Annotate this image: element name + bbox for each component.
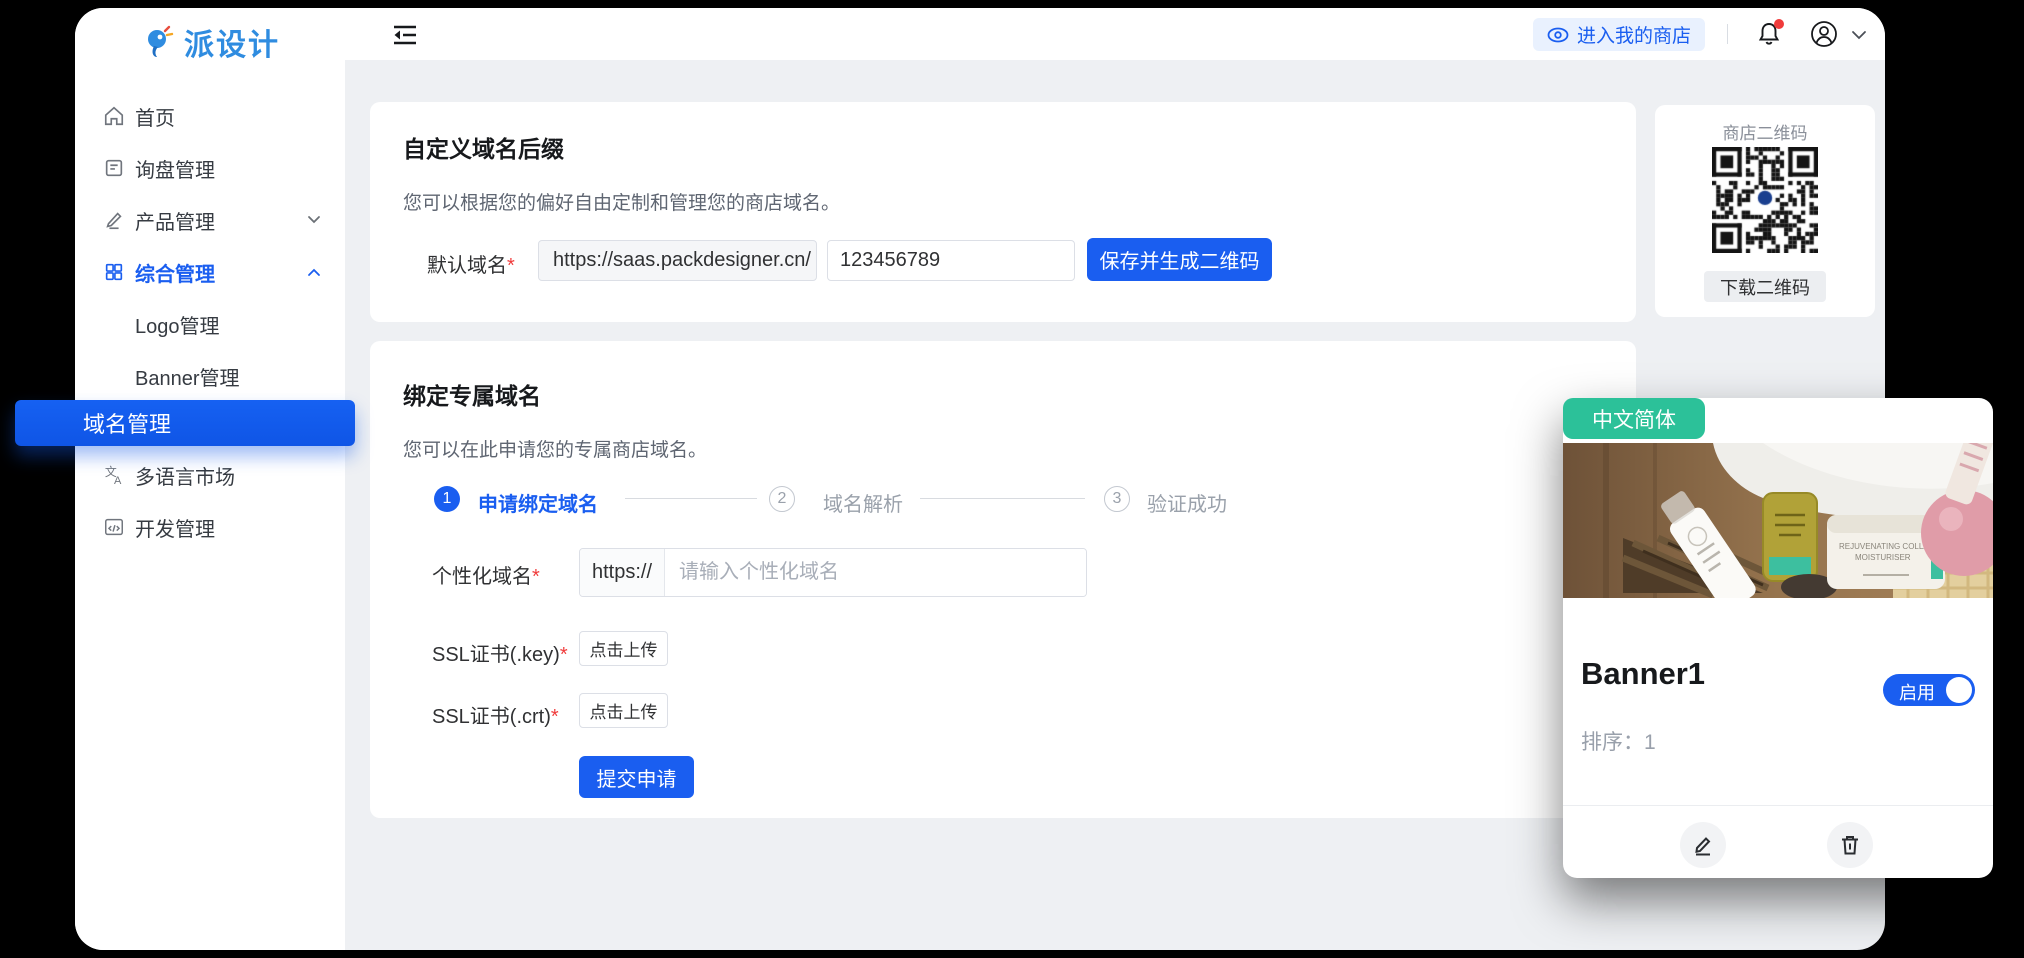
account-menu-chevron-icon[interactable] (1851, 30, 1867, 40)
inquiry-form-icon (103, 157, 125, 179)
sidebar-item-label: 产品管理 (135, 206, 215, 235)
bind-domain-card: 绑定专属域名 您可以在此申请您的专属商店域名。 1 申请绑定域名 2 域名解析 … (370, 341, 1636, 818)
sidebar-item-label: 多语言市场 (135, 461, 235, 490)
step-connector (920, 498, 1085, 499)
sidebar-item-label: 首页 (135, 102, 175, 131)
https-prefix-addon: https:// (580, 549, 665, 596)
banner-delete-button[interactable] (1827, 822, 1873, 868)
domain-prefix-addon: https://saas.packdesigner.cn/ (538, 240, 817, 281)
chevron-down-icon (307, 215, 321, 225)
ssl-key-label: SSL证书(.key)* (432, 638, 568, 667)
banner-sort-value: 1 (1644, 731, 1656, 754)
banner-edit-button[interactable] (1680, 822, 1726, 868)
banner-card-divider (1563, 805, 1993, 806)
translate-icon: 文 A (103, 464, 125, 486)
sidebar-item-general[interactable]: 综合管理 (75, 252, 345, 292)
pencil-icon (103, 209, 125, 231)
upload-ssl-crt-button[interactable]: 点击上传 (579, 693, 668, 728)
download-qr-button[interactable]: 下载二维码 (1704, 271, 1826, 302)
edit-pencil-icon (1691, 833, 1715, 857)
sidebar-item-products[interactable]: 产品管理 (75, 200, 345, 240)
step-1-label: 申请绑定域名 (478, 488, 598, 517)
sidebar-item-banner-mgmt[interactable]: Banner管理 (75, 356, 345, 396)
banner-enable-toggle[interactable]: 启用 (1883, 674, 1975, 706)
qr-card-title: 商店二维码 (1655, 119, 1875, 144)
default-domain-label: 默认域名* (427, 249, 515, 278)
svg-text:A: A (114, 475, 122, 486)
required-mark: * (551, 706, 559, 728)
step-1-circle: 1 (434, 486, 460, 512)
required-mark: * (532, 566, 540, 588)
home-icon (103, 105, 125, 127)
sidebar-item-domain-mgmt-active[interactable]: 域名管理 (15, 400, 355, 446)
sidebar-collapse-icon[interactable] (393, 25, 417, 45)
submit-application-button[interactable]: 提交申请 (579, 756, 694, 798)
required-mark: * (560, 644, 568, 666)
sidebar-item-dev[interactable]: 开发管理 (75, 507, 345, 547)
sidebar-item-logo-mgmt[interactable]: Logo管理 (75, 304, 345, 344)
sidebar-item-label: Logo管理 (135, 310, 220, 339)
upload-ssl-key-button[interactable]: 点击上传 (579, 631, 668, 666)
domain-suffix-input[interactable] (827, 240, 1075, 281)
sidebar-item-multilang[interactable]: 文 A 多语言市场 (75, 455, 345, 495)
enter-store-button[interactable]: 进入我的商店 (1533, 18, 1705, 51)
brand-logo: 派设计 (75, 20, 345, 64)
step-2-label: 域名解析 (823, 488, 903, 517)
toggle-label: 启用 (1899, 679, 1935, 705)
notification-bell-icon[interactable] (1756, 21, 1782, 47)
sidebar-item-label: 询盘管理 (135, 154, 215, 183)
step-3-label: 验证成功 (1147, 488, 1227, 517)
cosmetics-photo-illustration: REJUVENATING COLLAGEN MOISTURISER (1563, 443, 1993, 598)
personal-domain-label: 个性化域名* (432, 560, 540, 589)
required-mark: * (507, 255, 515, 277)
topbar-divider (1727, 24, 1728, 44)
card-title: 绑定专属域名 (403, 377, 541, 411)
sidebar-item-label: 域名管理 (83, 407, 171, 439)
enter-store-label: 进入我的商店 (1577, 21, 1691, 48)
grid-apps-icon (103, 261, 125, 283)
card-title: 自定义域名后缀 (403, 130, 564, 164)
sidebar-item-label: Banner管理 (135, 362, 240, 391)
trash-icon (1838, 833, 1862, 857)
step-3-circle: 3 (1104, 486, 1130, 512)
code-window-icon (103, 516, 125, 538)
sidebar-item-label: 开发管理 (135, 513, 215, 542)
ssl-crt-label: SSL证书(.crt)* (432, 700, 559, 729)
store-qr-code (1712, 147, 1818, 253)
sidebar: 派设计 首页 询盘管理 产品管理 (75, 8, 345, 950)
banner-preview-card: 中文简体 (1563, 398, 1993, 878)
brand-bird-icon (140, 24, 176, 60)
save-generate-qr-button[interactable]: 保存并生成二维码 (1087, 238, 1272, 281)
card-desc: 您可以根据您的偏好自由定制和管理您的商店域名。 (403, 188, 840, 215)
sidebar-item-label: 综合管理 (135, 258, 215, 287)
banner-photo: REJUVENATING COLLAGEN MOISTURISER (1563, 443, 1993, 598)
svg-text:MOISTURISER: MOISTURISER (1855, 553, 1911, 562)
store-qr-card: 商店二维码 下载二维码 (1655, 105, 1875, 317)
banner-title: Banner1 (1581, 656, 1705, 692)
brand-name: 派设计 (184, 20, 280, 64)
toggle-knob (1946, 677, 1972, 703)
user-avatar-icon[interactable] (1810, 20, 1838, 48)
step-connector (625, 498, 757, 499)
language-tag: 中文简体 (1563, 398, 1705, 439)
personal-domain-input[interactable] (665, 549, 1086, 596)
personal-domain-input-group: https:// (579, 548, 1087, 597)
custom-domain-suffix-card: 自定义域名后缀 您可以根据您的偏好自由定制和管理您的商店域名。 默认域名* ht… (370, 102, 1636, 322)
step-2-circle: 2 (769, 486, 795, 512)
banner-sort: 排序：1 (1581, 726, 1656, 756)
sidebar-item-home[interactable]: 首页 (75, 96, 345, 136)
chevron-up-icon (307, 267, 321, 277)
eye-icon (1547, 27, 1569, 43)
sidebar-item-inquiry[interactable]: 询盘管理 (75, 148, 345, 188)
notification-badge (1774, 19, 1784, 29)
card-desc: 您可以在此申请您的专属商店域名。 (403, 435, 707, 462)
